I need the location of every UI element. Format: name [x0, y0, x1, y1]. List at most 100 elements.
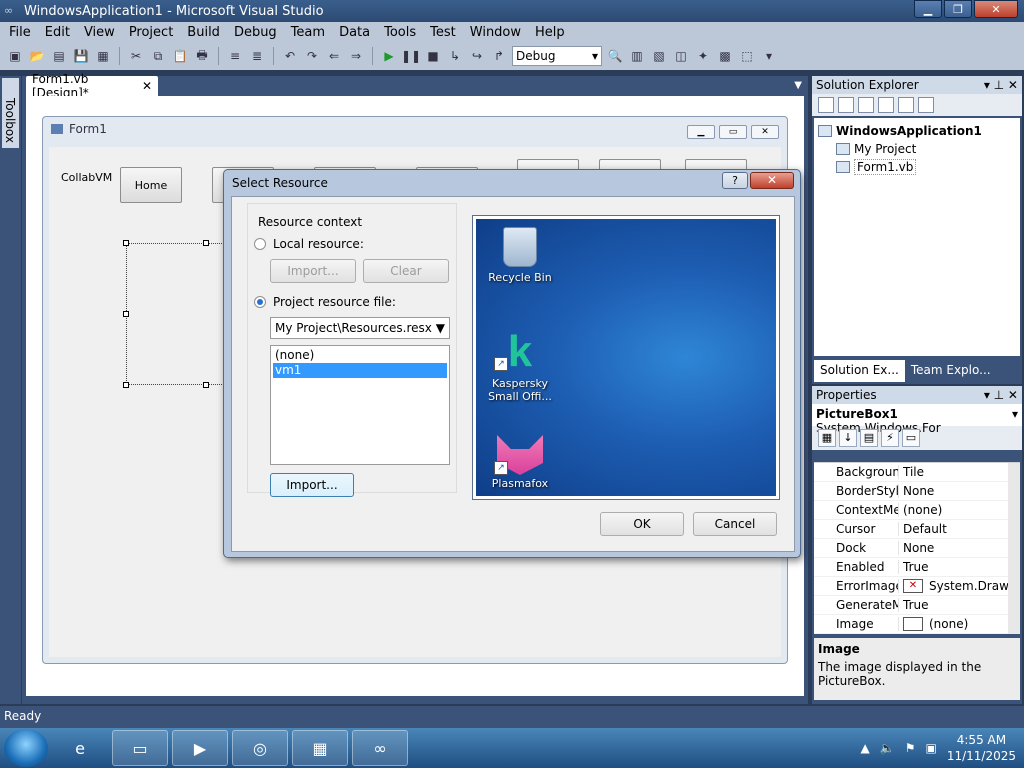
property-row[interactable]: ContextMe (none) [814, 501, 1020, 520]
property-pages-icon[interactable]: ▭ [902, 429, 920, 447]
menu-help[interactable]: Help [528, 25, 572, 40]
volume-icon[interactable]: 🔈 [880, 741, 895, 755]
menu-view[interactable]: View [77, 25, 122, 40]
property-value[interactable]: (none) [898, 617, 1020, 631]
import-button[interactable]: Import... [270, 473, 354, 497]
close-button[interactable]: ✕ [974, 0, 1018, 18]
resize-handle[interactable] [123, 240, 129, 246]
menu-project[interactable]: Project [122, 25, 180, 40]
resize-handle[interactable] [123, 382, 129, 388]
tree-item-my-project[interactable]: My Project [818, 140, 1016, 158]
local-import-button[interactable]: Import... [270, 259, 356, 283]
step-out-icon[interactable]: ↱ [490, 47, 508, 65]
menu-build[interactable]: Build [180, 25, 227, 40]
tree-item-form1[interactable]: Form1.vb [818, 158, 1016, 176]
add-item-icon[interactable]: ▤ [50, 47, 68, 65]
menu-data[interactable]: Data [332, 25, 377, 40]
property-grid-scrollbar[interactable] [1008, 463, 1020, 634]
property-value[interactable]: Default [898, 522, 1020, 536]
properties-view-icon[interactable]: ▤ [860, 429, 878, 447]
pause-icon[interactable]: ❚❚ [401, 47, 421, 65]
network-icon[interactable]: ⚑ [905, 741, 916, 755]
property-row[interactable]: Dock None [814, 539, 1020, 558]
resize-handle[interactable] [123, 311, 129, 317]
object-browser-icon[interactable]: ◫ [672, 47, 690, 65]
system-icon[interactable]: ◎ [232, 730, 288, 766]
property-row[interactable]: GenerateM True [814, 596, 1020, 615]
panel-pin-icon[interactable]: ▾ ⊥ ✕ [984, 78, 1018, 92]
cut-icon[interactable]: ✂ [127, 47, 145, 65]
ok-button[interactable]: OK [600, 512, 684, 536]
resource-file-select[interactable]: My Project\Resources.resx ▼ [270, 317, 450, 339]
cancel-button[interactable]: Cancel [693, 512, 777, 536]
control-panel-icon[interactable]: ▦ [292, 730, 348, 766]
redo-icon[interactable]: ↷ [303, 47, 321, 65]
document-list-arrow-icon[interactable]: ▼ [794, 80, 802, 91]
visual-studio-taskbar-icon[interactable]: ∞ [352, 730, 408, 766]
property-value[interactable]: None [898, 484, 1020, 498]
show-all-files-icon[interactable] [838, 97, 854, 113]
view-code-icon[interactable] [878, 97, 894, 113]
properties-icon[interactable] [818, 97, 834, 113]
property-value[interactable]: Tile [898, 465, 1020, 479]
paste-icon[interactable]: 📋 [171, 47, 189, 65]
save-all-icon[interactable]: ▦ [94, 47, 112, 65]
menu-file[interactable]: File [2, 25, 38, 40]
uncomment-icon[interactable]: ≣ [248, 47, 266, 65]
step-over-icon[interactable]: ↪ [468, 47, 486, 65]
open-file-icon[interactable]: 📂 [28, 47, 46, 65]
help-button[interactable]: ? [722, 172, 748, 189]
local-resource-radio[interactable] [254, 238, 266, 250]
property-row[interactable]: BorderStyleNone [814, 482, 1020, 501]
property-row[interactable]: Image (none) [814, 615, 1020, 634]
copy-icon[interactable]: ⧉ [149, 47, 167, 65]
view-designer-icon[interactable] [898, 97, 914, 113]
list-item[interactable]: vm1 [273, 363, 447, 378]
save-icon[interactable]: 💾 [72, 47, 90, 65]
property-row[interactable]: Cursor Default [814, 520, 1020, 539]
clear-button[interactable]: Clear [363, 259, 449, 283]
clock[interactable]: 4:55 AM 11/11/2025 [947, 732, 1016, 764]
start-button[interactable] [4, 729, 48, 767]
menu-edit[interactable]: Edit [38, 25, 77, 40]
print-icon[interactable]: 🖶 [193, 47, 211, 65]
stop-icon[interactable]: ■ [424, 47, 442, 65]
tree-item-project[interactable]: WindowsApplication1 [818, 122, 1016, 140]
file-explorer-icon[interactable]: ▭ [112, 730, 168, 766]
options-icon[interactable]: ▾ [760, 47, 778, 65]
close-tab-icon[interactable]: ✕ [142, 79, 152, 93]
home-button[interactable]: Home [120, 167, 182, 203]
menu-test[interactable]: Test [423, 25, 463, 40]
collabvm-label[interactable]: CollabVM [61, 171, 112, 184]
tab-team-explorer[interactable]: Team Explo... [904, 360, 997, 382]
resource-list[interactable]: (none) vm1 [270, 345, 450, 465]
property-value[interactable]: None [898, 541, 1020, 555]
start-page-icon[interactable]: ▩ [716, 47, 734, 65]
menu-tools[interactable]: Tools [377, 25, 423, 40]
object-selector[interactable]: PictureBox1 System.Windows.For ▾ [812, 404, 1022, 435]
resize-handle[interactable] [203, 240, 209, 246]
solution-configuration-select[interactable]: Debug ▾ [512, 46, 602, 66]
tab-form1-design[interactable]: Form1.vb [Design]* ✕ [26, 72, 158, 100]
internet-explorer-icon[interactable]: e [52, 730, 108, 766]
dialog-close-button[interactable]: ✕ [750, 172, 794, 189]
properties-icon[interactable]: ▧ [650, 47, 668, 65]
find-icon[interactable]: 🔍 [606, 47, 624, 65]
step-into-icon[interactable]: ↳ [446, 47, 464, 65]
property-row[interactable]: ErrorImage ✕ System.Drawi [814, 577, 1020, 596]
property-value[interactable]: True [898, 598, 1020, 612]
undo-icon[interactable]: ↶ [281, 47, 299, 65]
list-item[interactable]: (none) [273, 348, 447, 363]
menu-debug[interactable]: Debug [227, 25, 284, 40]
property-row[interactable]: Enabled True [814, 558, 1020, 577]
start-debugging-icon[interactable]: ▶ [380, 47, 398, 65]
events-icon[interactable]: ⚡ [881, 429, 899, 447]
menu-team[interactable]: Team [284, 25, 332, 40]
show-hidden-icons-icon[interactable]: ▲ [861, 741, 870, 755]
property-value[interactable]: (none) [898, 503, 1020, 517]
categorized-icon[interactable]: ▦ [818, 429, 836, 447]
refresh-icon[interactable] [858, 97, 874, 113]
maximize-button[interactable]: ❐ [944, 0, 972, 18]
menu-window[interactable]: Window [463, 25, 528, 40]
navigate-forward-icon[interactable]: ⇒ [347, 47, 365, 65]
